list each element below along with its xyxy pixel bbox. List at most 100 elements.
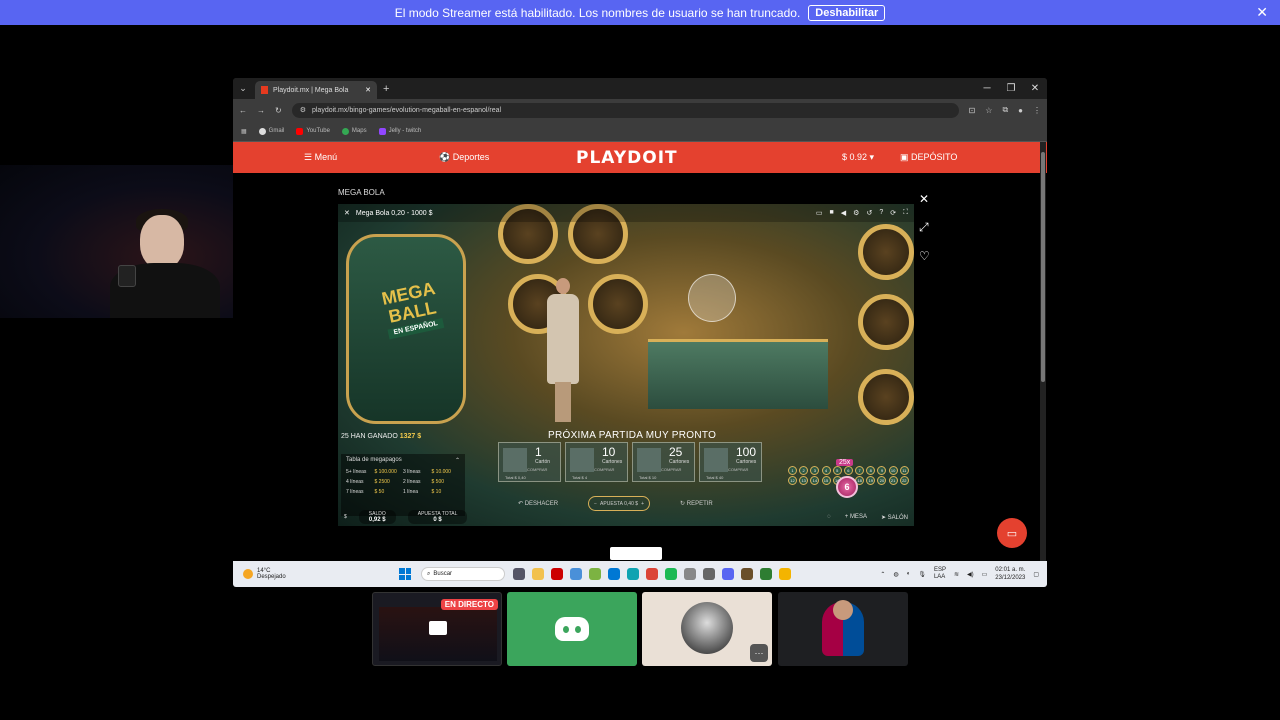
card-package[interactable]: 25 Cartones COMPRAR Total $ 10 xyxy=(632,442,695,482)
mcafee-icon[interactable] xyxy=(551,568,563,580)
tab-playdoit[interactable]: Playdoit.mx | Mega Bola ✕ xyxy=(255,81,377,99)
deposit-button[interactable]: ▣ DEPÓSITO xyxy=(900,152,957,163)
minus-icon[interactable]: − xyxy=(594,501,597,507)
taskbar-search[interactable]: ⌕ Buscar xyxy=(421,567,505,581)
bookmark-maps[interactable]: Maps xyxy=(341,127,367,135)
language-indicator[interactable]: ESP LAA xyxy=(934,567,946,581)
video-icon[interactable]: ■ xyxy=(830,209,834,217)
lobby-icon[interactable]: ⟳ xyxy=(890,209,896,217)
buy-button[interactable]: COMPRAR xyxy=(527,467,547,472)
close-game-icon[interactable]: ✕ xyxy=(344,209,350,217)
paytable-row: 5+ líneas $ 100.000 3 líneas $ 10.000 xyxy=(346,469,451,475)
bookmark-twitch[interactable]: Jelly - twitch xyxy=(378,127,421,135)
card-package[interactable]: 100 Cartones COMPRAR Total $ 40 xyxy=(699,442,762,482)
volume-icon[interactable]: ◀ xyxy=(841,209,846,217)
edge-icon[interactable] xyxy=(627,568,639,580)
forward-icon[interactable]: → xyxy=(257,106,265,115)
menu-button[interactable]: ☰ Menú xyxy=(304,152,337,163)
buy-button[interactable]: COMPRAR xyxy=(594,467,614,472)
bookmark-star-icon[interactable]: ☆ xyxy=(985,106,992,115)
weather-sun-icon xyxy=(243,569,253,579)
fullscreen-icon[interactable]: ⛶ xyxy=(903,209,908,217)
player-toolbar: ✕ Mega Bola 0,20 - 1000 $ ▭ ■ ◀ ⚙ ↺ ? ⟳ … xyxy=(338,204,914,222)
minecraft-icon[interactable] xyxy=(741,568,753,580)
avatar-head xyxy=(833,600,853,620)
tray-app-icon[interactable]: ◐ xyxy=(907,571,911,577)
close-window-button[interactable]: ✕ xyxy=(1023,78,1047,99)
extensions-icon[interactable]: ⧉ xyxy=(1002,105,1008,115)
store-icon[interactable] xyxy=(608,568,620,580)
deportes-link[interactable]: ⚽ Deportes xyxy=(439,152,489,163)
browser-menu-icon[interactable]: ⋮ xyxy=(1033,106,1041,115)
chat-icon[interactable]: ▭ xyxy=(816,209,823,217)
windows-start-icon[interactable] xyxy=(399,568,411,580)
close-icon[interactable]: ✕ xyxy=(919,192,930,206)
card-package[interactable]: 1 Cartón COMPRAR Total $ 0,40 xyxy=(498,442,561,482)
favorite-heart-icon[interactable]: ♡ xyxy=(919,249,930,263)
mesa-button[interactable]: + MESA xyxy=(845,514,867,521)
tray-app-icon[interactable]: ◍ xyxy=(893,571,898,578)
back-icon[interactable]: ← xyxy=(239,106,247,115)
settings-icon[interactable]: ⚙ xyxy=(853,209,859,217)
stream-tile-discord[interactable] xyxy=(507,592,637,666)
apps-grid-icon[interactable]: ▦ xyxy=(241,128,247,135)
notifications-icon[interactable]: ▢ xyxy=(1033,571,1039,578)
playdoit-logo[interactable]: PLAYDOIT xyxy=(576,148,678,168)
volume-icon[interactable]: ◀) xyxy=(967,571,974,578)
cookie-widget[interactable] xyxy=(610,547,662,560)
saldo-display: SALDO 0,92 $ xyxy=(358,510,396,524)
collapse-icon[interactable]: ⌃ xyxy=(455,457,460,464)
app-icon[interactable] xyxy=(570,568,582,580)
weather-widget[interactable]: 14°C Despejado xyxy=(243,568,393,580)
chrome-icon[interactable] xyxy=(779,568,791,580)
reload-icon[interactable]: ↻ xyxy=(275,106,282,115)
scroll-thumb[interactable] xyxy=(1041,152,1045,382)
plus-icon[interactable]: + xyxy=(641,501,644,507)
bookmark-youtube[interactable]: YouTube xyxy=(296,127,330,135)
app-icon[interactable] xyxy=(760,568,772,580)
more-options-button[interactable]: ··· xyxy=(750,644,768,662)
chrome-icon[interactable] xyxy=(646,568,658,580)
disable-streamer-button[interactable]: Deshabilitar xyxy=(808,4,886,21)
dollar-icon[interactable]: $ xyxy=(344,514,347,520)
new-tab-icon[interactable]: + xyxy=(383,83,389,95)
stream-tile-user[interactable]: ··· xyxy=(642,592,772,666)
salon-button[interactable]: ➤ SALÓN xyxy=(881,514,908,521)
card-package[interactable]: 10 Cartones COMPRAR Total $ 4 xyxy=(565,442,628,482)
install-icon[interactable]: ⊡ xyxy=(969,106,976,115)
help-icon[interactable]: ? xyxy=(879,209,883,217)
app-icon[interactable] xyxy=(684,568,696,580)
tab-search-icon[interactable]: ⌄ xyxy=(233,83,253,94)
file-explorer-icon[interactable] xyxy=(532,568,544,580)
bookmark-gmail[interactable]: Gmail xyxy=(258,127,284,135)
buy-button[interactable]: COMPRAR xyxy=(661,467,681,472)
close-icon[interactable]: ✕ xyxy=(1256,4,1268,21)
buy-button[interactable]: COMPRAR xyxy=(728,467,748,472)
profile-avatar[interactable]: ● xyxy=(1018,106,1023,115)
battery-icon[interactable]: ▭ xyxy=(982,571,988,578)
url-input[interactable]: ⚙ playdoit.mx/bingo-games/evolution-mega… xyxy=(291,102,959,118)
expand-icon[interactable]: ⤢ xyxy=(919,220,930,235)
stream-tile-user[interactable] xyxy=(778,592,908,666)
chat-bubble-icon[interactable]: ◌ xyxy=(827,514,831,521)
history-icon[interactable]: ↺ xyxy=(866,209,872,217)
settings-icon[interactable] xyxy=(703,568,715,580)
stream-tile-live[interactable]: EN DIRECTO xyxy=(372,592,502,666)
site-info-icon[interactable]: ⚙ xyxy=(300,106,306,114)
page-scrollbar[interactable] xyxy=(1040,142,1046,561)
tab-close-icon[interactable]: ✕ xyxy=(365,86,371,94)
repeat-button[interactable]: ↻ REPETIR xyxy=(680,500,713,507)
microphone-icon[interactable]: 🎙 xyxy=(918,571,926,578)
tray-chevron-icon[interactable]: ⌃ xyxy=(880,571,885,578)
wifi-icon[interactable]: ≋ xyxy=(954,571,959,578)
support-chat-button[interactable]: ▭ xyxy=(997,518,1027,548)
minimize-button[interactable]: ─ xyxy=(975,78,999,99)
balance-dropdown[interactable]: $ 0.92 ▾ xyxy=(842,152,874,163)
spotify-icon[interactable] xyxy=(665,568,677,580)
app-icon[interactable] xyxy=(589,568,601,580)
maximize-button[interactable]: ❐ xyxy=(999,78,1023,99)
task-view-icon[interactable] xyxy=(513,568,525,580)
discord-icon[interactable] xyxy=(722,568,734,580)
taskbar-clock[interactable]: 02:01 a. m. 23/12/2023 xyxy=(995,566,1025,582)
undo-button[interactable]: ↶ DESHACER xyxy=(518,500,558,507)
